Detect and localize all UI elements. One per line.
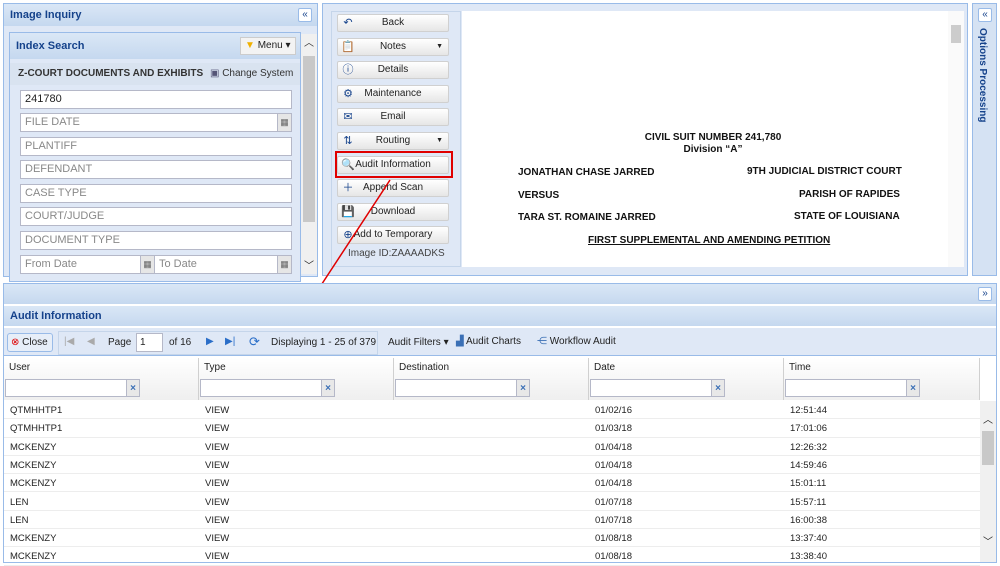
cell-user: MCKENZY [10,441,57,453]
clear-filter-icon[interactable]: × [516,379,530,397]
table-row[interactable]: MCKENZY VIEW 01/08/18 13:37:40 [4,529,980,548]
displaying-info: Displaying 1 - 25 of 379 [271,337,377,348]
cell-type: VIEW [205,496,230,508]
workflow-icon: ⋲ [537,336,547,347]
cell-type: VIEW [205,405,230,416]
clear-filter-icon[interactable]: × [906,379,920,397]
column-header-user[interactable]: User × [4,358,199,400]
table-row[interactable]: MCKENZY VIEW 01/04/18 14:59:46 [4,456,980,475]
column-label: Date [594,362,616,373]
cell-type: VIEW [205,478,230,490]
cell-user: LEN [10,496,29,508]
time-filter-input[interactable] [785,379,907,397]
page-input[interactable]: 1 [136,333,163,352]
cell-date: 01/02/16 [595,405,632,416]
cell-time: 15:01:11 [790,478,827,490]
close-button[interactable]: ⊗ Close [7,333,53,352]
cell-user: QTMHHTP1 [10,405,63,416]
close-label: Close [22,337,48,348]
user-filter-input[interactable] [5,379,127,397]
cell-date: 01/04/18 [595,441,632,453]
clear-filter-icon[interactable]: × [126,379,140,397]
table-row[interactable]: LEN VIEW 01/07/18 16:00:38 [4,511,980,530]
column-header-destination[interactable]: Destination × [394,358,589,400]
page-count: of 16 [169,337,192,348]
cell-time: 17:01:06 [790,423,827,435]
refresh-icon[interactable]: ⟳ [249,334,260,350]
column-label: Destination [399,362,450,373]
close-icon: ⊗ [11,337,20,348]
table-row[interactable]: QTMHHTP1 VIEW 01/02/16 12:51:44 [4,401,980,420]
cell-type: VIEW [205,514,230,526]
cell-time: 13:38:40 [790,551,827,563]
column-label: Time [789,362,811,373]
cell-date: 01/04/18 [595,478,632,490]
cell-type: VIEW [205,551,230,563]
cell-time: 12:51:44 [790,405,827,416]
cell-user: QTMHHTP1 [10,423,63,435]
cell-user: MCKENZY [10,459,57,471]
table-row[interactable]: LEN VIEW 01/07/18 15:57:11 [4,493,980,511]
destination-filter-input[interactable] [395,379,517,397]
prev-page-icon[interactable]: ◀ [87,336,95,347]
table-row[interactable]: MCKENZY VIEW 01/08/18 13:38:40 [4,547,980,566]
page-label: Page [108,337,132,348]
table-row[interactable]: MCKENZY VIEW 01/04/18 12:26:32 [4,438,980,456]
cell-time: 12:26:32 [790,441,827,453]
cell-time: 14:59:46 [790,459,827,471]
options-processing-title: Options Processing [977,28,988,123]
label: Audit Charts [465,336,521,347]
column-label: Type [204,362,226,373]
cell-type: VIEW [205,459,230,471]
clear-filter-icon[interactable]: × [711,379,725,397]
last-page-icon[interactable]: ▶| [225,336,235,347]
label: Audit Filters [388,337,441,348]
cell-user: MCKENZY [10,551,57,563]
cell-time: 13:37:40 [790,533,827,545]
cell-user: LEN [10,514,29,526]
collapse-bottom-button[interactable]: » [978,287,992,301]
column-label: User [9,362,31,373]
column-header-date[interactable]: Date × [589,358,784,400]
cell-date: 01/07/18 [595,514,632,526]
cell-date: 01/08/18 [595,533,632,545]
cell-time: 16:00:38 [790,514,827,526]
date-filter-input[interactable] [590,379,712,397]
cell-user: MCKENZY [10,533,57,545]
audit-charts-button[interactable]: ▟ Audit Charts [456,336,521,347]
cell-type: VIEW [205,423,230,435]
table-row[interactable]: QTMHHTP1 VIEW 01/03/18 17:01:06 [4,419,980,438]
table-row[interactable]: MCKENZY VIEW 01/04/18 15:01:11 [4,474,980,493]
cell-time: 15:57:11 [790,496,827,508]
type-filter-input[interactable] [200,379,322,397]
chart-icon: ▟ [456,336,464,347]
expand-right-button[interactable]: « [978,8,992,22]
workflow-audit-button[interactable]: ⋲ Workflow Audit [537,336,616,347]
scroll-down-icon[interactable]: ﹀ [980,533,996,548]
cell-date: 01/04/18 [595,459,632,471]
options-processing-panel[interactable]: « Options Processing [972,3,997,276]
cell-date: 01/07/18 [595,496,632,508]
cell-date: 01/08/18 [595,551,632,563]
cell-date: 01/03/18 [595,423,632,435]
cell-type: VIEW [205,533,230,545]
label: Workflow Audit [549,336,616,347]
audit-filters-button[interactable]: Audit Filters ▾ [388,337,449,348]
clear-filter-icon[interactable]: × [321,379,335,397]
grid-scrollbar[interactable]: ︿ ﹀ [980,401,996,562]
next-page-icon[interactable]: ▶ [206,336,214,347]
first-page-icon[interactable]: |◀ [64,336,74,347]
column-header-type[interactable]: Type × [199,358,394,400]
cell-type: VIEW [205,441,230,453]
audit-title: Audit Information [4,306,996,326]
scroll-up-icon[interactable]: ︿ [980,411,996,426]
cell-user: MCKENZY [10,478,57,490]
column-header-time[interactable]: Time × [784,358,980,400]
